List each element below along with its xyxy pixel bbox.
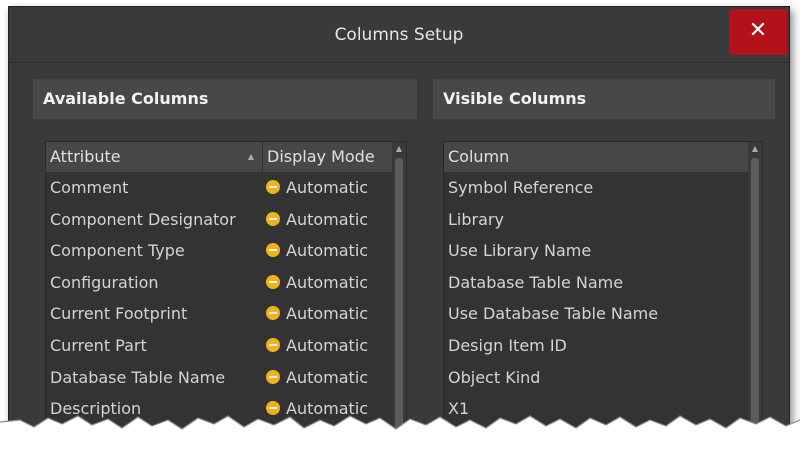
list-item[interactable]: Symbol Reference [444, 172, 748, 204]
display-mode-label: Automatic [286, 367, 369, 387]
torn-edge-decoration [0, 415, 800, 464]
display-mode-label: Automatic [286, 209, 369, 229]
column-column-header[interactable]: Column [444, 142, 748, 172]
display-mode-cell[interactable]: Automatic [266, 204, 368, 236]
attribute-cell: Current Part [50, 335, 147, 355]
column-cell: Object Kind [448, 367, 541, 387]
attribute-cell: Configuration [50, 272, 159, 292]
table-row[interactable]: Component Designator Automatic [46, 204, 392, 236]
list-item[interactable]: Use Database Table Name [444, 298, 748, 330]
list-item[interactable]: Object Kind [444, 362, 748, 394]
attribute-cell: Component Designator [50, 209, 236, 229]
display-mode-column-header[interactable]: Display Mode [263, 142, 394, 172]
column-cell: Database Table Name [448, 272, 624, 292]
display-mode-cell[interactable]: Automatic [266, 235, 368, 267]
available-grid-header: Attribute ▲ Display Mode [46, 142, 392, 172]
attribute-cell: Database Table Name [50, 367, 226, 387]
table-row[interactable]: Current Footprint Automatic [46, 298, 392, 330]
automatic-mode-icon [266, 211, 280, 226]
dialog-title: Columns Setup [334, 25, 464, 45]
column-cell: Use Library Name [448, 241, 592, 261]
display-mode-cell[interactable]: Automatic [266, 172, 368, 204]
attribute-column-header[interactable]: Attribute ▲ [46, 142, 263, 172]
attribute-column-label: Attribute [50, 147, 121, 166]
attribute-cell: Comment [50, 178, 129, 197]
columns-setup-dialog: Columns Setup ✕ Available Columns Attrib… [8, 6, 790, 456]
column-cell: Library [448, 209, 504, 229]
list-item[interactable]: Use Library Name [444, 235, 748, 267]
automatic-mode-icon [266, 369, 280, 384]
display-mode-cell[interactable]: Automatic [266, 362, 368, 394]
title-bar: Columns Setup ✕ [9, 7, 789, 63]
close-button[interactable]: ✕ [729, 9, 787, 55]
display-mode-cell[interactable]: Automatic [266, 330, 368, 362]
table-row[interactable]: Comment Automatic [46, 172, 392, 204]
list-item[interactable]: Design Item ID [444, 330, 748, 362]
display-mode-cell[interactable]: Automatic [266, 298, 368, 330]
list-item[interactable]: Library [444, 204, 748, 236]
table-row[interactable]: Configuration Automatic [46, 267, 392, 299]
column-cell: Use Database Table Name [448, 304, 659, 324]
scroll-up-arrow-icon[interactable]: ▲ [392, 144, 406, 153]
column-cell: Design Item ID [448, 335, 567, 355]
column-cell: Symbol Reference [448, 178, 594, 197]
table-row[interactable]: Component Type Automatic [46, 235, 392, 267]
display-mode-label: Automatic [286, 272, 369, 292]
visible-columns-header: Visible Columns [433, 79, 775, 119]
table-row[interactable]: Current Part Automatic [46, 330, 392, 362]
sort-ascending-icon: ▲ [247, 152, 254, 161]
display-mode-label: Automatic [286, 304, 369, 324]
available-columns-header: Available Columns [33, 79, 417, 119]
display-mode-label: Automatic [286, 241, 369, 261]
visible-grid-header: Column [444, 142, 748, 172]
automatic-mode-icon [266, 274, 280, 289]
automatic-mode-icon [266, 337, 280, 352]
automatic-mode-icon [266, 306, 280, 321]
scroll-up-arrow-icon[interactable]: ▲ [748, 144, 762, 153]
display-mode-label: Automatic [286, 178, 369, 197]
display-mode-cell[interactable]: Automatic [266, 267, 368, 299]
table-row[interactable]: Database Table Name Automatic [46, 362, 392, 394]
automatic-mode-icon [266, 180, 280, 194]
display-mode-label: Automatic [286, 335, 369, 355]
automatic-mode-icon [266, 243, 280, 258]
attribute-cell: Current Footprint [50, 304, 188, 324]
attribute-cell: Component Type [50, 241, 185, 261]
list-item[interactable]: Database Table Name [444, 267, 748, 299]
